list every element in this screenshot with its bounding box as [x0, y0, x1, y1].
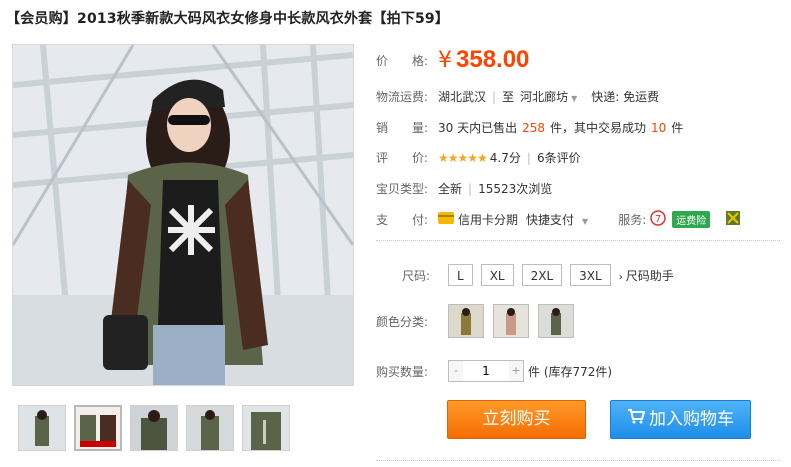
- currency-symbol: ¥: [438, 47, 452, 73]
- shipping-label: 物流运费:: [376, 90, 429, 104]
- rating-score: 4.7分: [489, 151, 521, 165]
- seven-day-return-icon[interactable]: 7: [650, 210, 666, 229]
- review-count-link[interactable]: 6条评价: [537, 149, 581, 166]
- sales-label: 销 量:: [376, 121, 429, 135]
- decrease-button[interactable]: -: [449, 361, 463, 381]
- quick-pay-label: 快捷支付: [526, 213, 575, 227]
- sales-prefix: 30 天内已售出: [438, 121, 518, 135]
- sales-row: 销 量: 30 天内已售出 258 件，其中交易成功 10 件: [376, 119, 683, 136]
- item-type-label: 宝贝类型:: [376, 182, 429, 196]
- star-rating-icon: ★★★★★: [438, 150, 488, 165]
- size-option-3xl[interactable]: 3XL: [570, 264, 611, 286]
- ship-to-select[interactable]: 河北廊坊 ▼: [520, 88, 577, 105]
- shipping-row: 物流运费: 湖北武汉 | 至 河北廊坊 ▼ 快递: 免运费: [376, 88, 659, 105]
- rating-row: 评 价: ★★★★★ 4.7分 | 6条评价: [376, 149, 581, 166]
- ship-from: 湖北武汉: [438, 90, 487, 104]
- divider: [376, 460, 780, 461]
- thumbnail-4[interactable]: [186, 405, 234, 451]
- size-row: 尺码: L XL 2XL 3XL › 尺码助手: [376, 264, 674, 286]
- quick-pay-select[interactable]: 快捷支付 ▼: [526, 211, 588, 228]
- size-helper-label: 尺码助手: [625, 268, 674, 283]
- service-label: 服务:: [618, 213, 647, 227]
- express-fee: 快递: 免运费: [591, 90, 660, 104]
- quantity-label: 购买数量:: [376, 364, 429, 379]
- shipping-insurance-badge[interactable]: 运费险: [672, 211, 711, 228]
- color-swatch-2[interactable]: [493, 304, 529, 338]
- chevron-down-icon: ▼: [582, 217, 589, 226]
- chevron-down-icon: ▼: [571, 94, 578, 103]
- sold-count: 258: [522, 120, 545, 135]
- thumbnail-3[interactable]: [130, 405, 178, 451]
- sales-suffix: 件: [671, 121, 684, 135]
- svg-text:7: 7: [655, 214, 661, 225]
- add-to-cart-button[interactable]: 加入购物车: [610, 400, 751, 439]
- divider: [376, 240, 780, 241]
- thumbnail-2[interactable]: [74, 405, 122, 451]
- size-option-l[interactable]: L: [448, 264, 473, 286]
- separator: |: [526, 150, 531, 165]
- credit-installment[interactable]: 信用卡分期: [458, 211, 518, 228]
- success-count: 10: [651, 120, 667, 135]
- payment-label: 支 付:: [376, 213, 429, 227]
- credit-card-icon: [438, 212, 454, 227]
- color-row: 颜色分类:: [376, 304, 583, 338]
- credit-guarantee-icon[interactable]: [726, 211, 741, 228]
- item-type-row: 宝贝类型: 全新 | 15523次浏览: [376, 180, 552, 197]
- price-label: 价 格:: [376, 53, 429, 68]
- view-count: 15523次浏览: [478, 182, 553, 196]
- product-title: 【会员购】2013秋季新款大码风衣女修身中长款风衣外套【拍下59】: [6, 11, 450, 27]
- size-option-2xl[interactable]: 2XL: [521, 264, 563, 286]
- condition: 全新: [438, 182, 463, 196]
- buy-now-button[interactable]: 立刻购买: [447, 400, 586, 439]
- main-product-photo[interactable]: [12, 44, 354, 386]
- separator: |: [492, 89, 497, 104]
- rating-label: 评 价:: [376, 151, 429, 165]
- color-swatch-1[interactable]: [448, 304, 484, 338]
- color-swatch-3[interactable]: [538, 304, 574, 338]
- separator: |: [468, 181, 473, 196]
- stock-info: 件 (库存772件): [528, 364, 613, 379]
- thumbnail-1[interactable]: [18, 405, 66, 451]
- thumbnail-strip: [18, 405, 290, 451]
- payment-row: 支 付: 信用卡分期 快捷支付 ▼ 服务: 7 运费险: [376, 210, 741, 229]
- cart-icon: [627, 401, 646, 438]
- price-row: 价 格: ¥ 358.00: [376, 46, 529, 74]
- size-option-xl[interactable]: XL: [480, 264, 514, 286]
- quantity-row: 购买数量: - + 件 (库存772件): [376, 360, 612, 382]
- quantity-stepper: - +: [448, 360, 524, 382]
- thumbnail-5[interactable]: [242, 405, 290, 451]
- size-label: 尺码:: [402, 268, 431, 283]
- size-helper-link[interactable]: › 尺码助手: [619, 267, 674, 284]
- color-label: 颜色分类:: [376, 314, 429, 329]
- add-cart-label: 加入购物车: [649, 409, 734, 430]
- sales-middle: 件，其中交易成功: [550, 121, 647, 135]
- ship-to-prefix: 至: [502, 90, 515, 104]
- quantity-input[interactable]: [463, 362, 509, 380]
- chevron-right-icon: ›: [618, 271, 623, 283]
- ship-to-value: 河北廊坊: [520, 90, 569, 104]
- increase-button[interactable]: +: [509, 361, 523, 381]
- price-value: 358.00: [456, 46, 530, 73]
